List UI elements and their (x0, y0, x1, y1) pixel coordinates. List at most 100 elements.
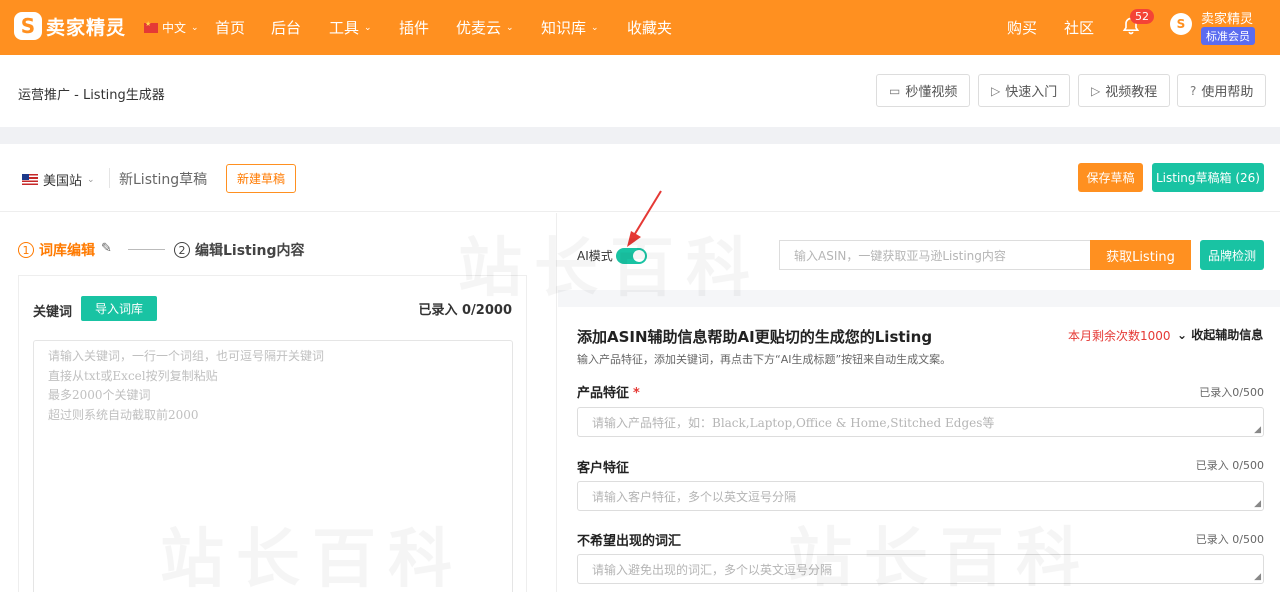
assist-info-section: 添加ASIN辅助信息帮助AI更贴切的生成您的Listing 输入产品特征，添加关… (558, 307, 1280, 592)
step-label: 编辑Listing内容 (195, 243, 305, 259)
community-link[interactable]: 社区 (1064, 17, 1094, 38)
listing-panel: AI模式 输入ASIN，一键获取亚马逊Listing内容 获取Listing 品… (458, 190, 1280, 592)
resize-handle-icon[interactable]: ◢ (1254, 572, 1261, 582)
placeholder-line: 超过则系统自动截取前2000 (48, 407, 199, 422)
video-camera-icon: ▭ (889, 83, 901, 98)
keyword-panel: 1 词库编辑 ✎ 2 编辑Listing内容 关键词 导入词库 已录入 0/2000… (0, 213, 557, 592)
ai-mode-toggle[interactable] (616, 248, 647, 264)
step-number: 2 (174, 242, 190, 258)
customer-feature-label: 客户特征 (577, 461, 630, 476)
quick-video-button[interactable]: ▭ 秒懂视频 (876, 74, 971, 107)
step-keyword-edit[interactable]: 1 词库编辑 (18, 240, 95, 260)
nav-label: 优麦云 (456, 19, 502, 37)
site-selector[interactable]: 美国站 ⌄ (22, 170, 95, 189)
placeholder: 请输入产品特征，如：Black,Laptop,Office & Home,Sti… (592, 415, 995, 430)
resize-handle-icon[interactable]: ◢ (1254, 425, 1261, 435)
placeholder-line: 最多2000个关键词 (48, 388, 151, 402)
ai-toolbar: AI模式 输入ASIN，一键获取亚马逊Listing内容 获取Listing 品… (458, 190, 1280, 306)
nav-label: 知识库 (541, 19, 587, 37)
chevron-down-icon: ⌄ (506, 22, 514, 33)
us-flag-icon (22, 174, 38, 185)
nav-tools[interactable]: 工具 ⌄ (329, 17, 372, 38)
brand-mark-icon: S (14, 12, 42, 40)
excluded-words-count: 已录入 0/500 (1195, 533, 1264, 546)
customer-feature-input[interactable]: 请输入客户特征，多个以英文逗号分隔 ◢ (577, 481, 1264, 511)
product-feature-input[interactable]: 请输入产品特征，如：Black,Laptop,Office & Home,Sti… (577, 407, 1264, 437)
button-label: 视频教程 (1105, 85, 1158, 100)
avatar[interactable]: S (1170, 13, 1192, 35)
get-listing-button[interactable]: 获取Listing (1090, 240, 1191, 270)
quick-start-button[interactable]: ▷ 快速入门 (978, 74, 1071, 107)
brand-logo[interactable]: S 卖家精灵 (14, 12, 126, 40)
nav-label: 后台 (271, 19, 302, 37)
nav-label: 首页 (215, 19, 246, 37)
chevron-down-icon: ⌄ (87, 174, 95, 185)
site-label: 美国站 (43, 174, 83, 189)
save-draft-button[interactable]: 保存草稿 (1078, 163, 1143, 192)
page-header: 运营推广 - Listing生成器 ▭ 秒懂视频 ▷ 快速入门 ▷ 视频教程 ? 使用帮… (0, 55, 1280, 127)
top-navbar: S 卖家精灵 中文 ⌄ 首页 后台 工具 ⌄ 插件 优麦云 ⌄ 知识库 ⌄ 收藏夹 购… (0, 0, 1280, 55)
nav-home[interactable]: 首页 (215, 17, 245, 38)
draft-name: 新Listing草稿 (119, 172, 208, 188)
user-name[interactable]: 卖家精灵 (1201, 8, 1253, 27)
field-label-text: 产品特征 (577, 386, 630, 401)
import-lexicon-button[interactable]: 导入词库 (81, 296, 158, 321)
play-circle-icon: ▷ (991, 83, 1001, 98)
placeholder-line: 请输入关键词，一行一个词组，也可逗号隔开关键词 (48, 349, 325, 363)
language-label: 中文 (162, 21, 187, 35)
step-label: 词库编辑 (39, 243, 95, 259)
assist-title: 添加ASIN辅助信息帮助AI更贴切的生成您的Listing (577, 328, 933, 346)
ai-mode-label: AI模式 (577, 249, 613, 263)
keyword-count: 已录入 0/2000 (418, 303, 512, 318)
play-circle-icon: ▷ (1091, 83, 1101, 98)
help-button[interactable]: ? 使用帮助 (1177, 74, 1267, 107)
new-draft-button[interactable]: 新建草稿 (226, 164, 297, 193)
step-number: 1 (18, 242, 34, 258)
asin-input[interactable]: 输入ASIN，一键获取亚马逊Listing内容 (779, 240, 1091, 270)
product-feature-count: 已录入0/500 (1199, 386, 1264, 399)
placeholder-line: 直接从txt或Excel按列复制粘贴 (48, 368, 218, 383)
red-arrow-annotation (627, 190, 662, 247)
membership-badge: 标准会员 (1201, 27, 1255, 45)
button-label: 快速入门 (1005, 85, 1058, 100)
collapse-assist-button[interactable]: ⌄ 收起辅助信息 (1177, 326, 1263, 343)
nav-favorites[interactable]: 收藏夹 (627, 17, 672, 38)
keyword-textarea[interactable]: 请输入关键词，一行一个词组，也可逗号隔开关键词 直接从txt或Excel按列复制… (33, 340, 513, 592)
chevron-down-icon: ⌄ (191, 22, 199, 33)
nav-label: 插件 (399, 19, 430, 37)
draft-box-button[interactable]: Listing草稿箱 (26) (1152, 163, 1264, 192)
nav-label: 收藏夹 (627, 19, 673, 37)
step-listing-edit[interactable]: 2 编辑Listing内容 (174, 240, 305, 260)
nav-youmaiyun[interactable]: 优麦云 ⌄ (456, 17, 514, 38)
excluded-words-input[interactable]: 请输入避免出现的词汇，多个以英文逗号分隔 ◢ (577, 554, 1264, 584)
chevron-down-icon: ⌄ (364, 22, 372, 33)
step-connector (128, 249, 165, 250)
keyword-card: 关键词 导入词库 已录入 0/2000 请输入关键词，一行一个词组，也可逗号隔开… (18, 275, 527, 592)
breadcrumb: 运营推广 - Listing生成器 (18, 88, 165, 103)
chevron-down-icon: ⌄ (591, 22, 599, 33)
resize-handle-icon[interactable]: ◢ (1254, 499, 1261, 509)
video-tutorial-button[interactable]: ▷ 视频教程 (1078, 74, 1171, 107)
main-panel: 美国站 ⌄ 新Listing草稿 新建草稿 保存草稿 Listing草稿箱 (2… (0, 144, 1280, 592)
button-label: 使用帮助 (1201, 85, 1254, 100)
collapse-label: 收起辅助信息 (1191, 328, 1264, 342)
divider (109, 168, 110, 188)
nav-plugins[interactable]: 插件 (399, 17, 429, 38)
monthly-quota: 本月剩余次数1000 (1068, 329, 1171, 343)
product-feature-label: 产品特征 * (577, 382, 640, 401)
keyword-label: 关键词 (33, 305, 73, 320)
china-flag-icon (144, 20, 158, 33)
buy-link[interactable]: 购买 (1007, 17, 1037, 38)
assist-subtitle: 输入产品特征，添加关键词，再点击下方“AI生成标题”按钮来自动生成文案。 (577, 353, 952, 366)
nav-label: 工具 (329, 19, 360, 37)
customer-feature-count: 已录入 0/500 (1195, 459, 1264, 472)
edit-icon[interactable]: ✎ (101, 241, 112, 256)
brand-check-button[interactable]: 品牌检测 (1200, 240, 1264, 270)
placeholder: 请输入避免出现的词汇，多个以英文逗号分隔 (592, 562, 833, 577)
brand-name: 卖家精灵 (46, 16, 127, 39)
chevron-down-icon: ⌄ (1177, 328, 1192, 342)
language-selector[interactable]: 中文 ⌄ (144, 19, 199, 36)
placeholder: 请输入客户特征，多个以英文逗号分隔 (592, 489, 797, 504)
nav-knowledge[interactable]: 知识库 ⌄ (541, 17, 599, 38)
nav-backend[interactable]: 后台 (271, 17, 301, 38)
